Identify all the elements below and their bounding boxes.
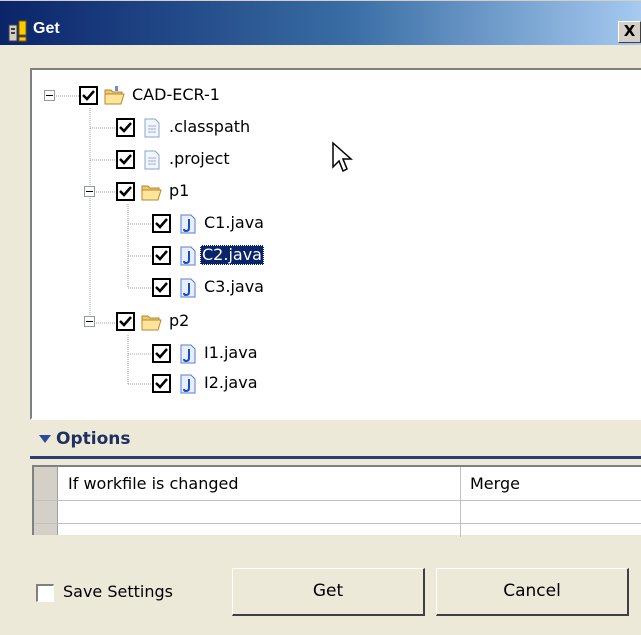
node-checkbox[interactable]: [116, 312, 135, 331]
option-value-cell[interactable]: Merge: [470, 473, 520, 495]
options-divider: [30, 456, 641, 459]
expand-collapse-toggle[interactable]: [84, 316, 95, 327]
open-folder-icon: [104, 86, 125, 105]
grid-line: [460, 467, 461, 537]
tree-node-label[interactable]: CAD-ECR-1: [130, 85, 222, 105]
java-file-icon: [180, 344, 196, 364]
java-file-icon: [180, 374, 196, 394]
expand-collapse-toggle[interactable]: [44, 90, 55, 101]
grid-line: [34, 500, 641, 501]
get-button[interactable]: Get: [232, 568, 425, 616]
dialog-title: Get: [33, 20, 60, 37]
options-section-header[interactable]: Options: [30, 426, 641, 454]
tree-node-label[interactable]: .project: [167, 149, 232, 169]
tree-node-label[interactable]: I1.java: [202, 343, 260, 363]
row-header: [34, 501, 58, 535]
java-file-icon: [180, 278, 196, 298]
node-checkbox[interactable]: [152, 278, 171, 297]
expand-collapse-toggle[interactable]: [84, 186, 95, 197]
option-name-cell[interactable]: If workfile is changed: [68, 473, 239, 495]
node-checkbox[interactable]: [152, 214, 171, 233]
text-file-icon: [144, 118, 160, 138]
tree-node-label[interactable]: C3.java: [202, 277, 266, 297]
mouse-cursor-icon: [332, 141, 353, 173]
node-checkbox[interactable]: [79, 86, 98, 105]
tree-node-label[interactable]: p2: [167, 311, 191, 331]
node-checkbox[interactable]: [116, 150, 135, 169]
tree-node-label[interactable]: I2.java: [202, 373, 260, 393]
open-folder-icon: [141, 315, 162, 331]
tree-node-label-selected[interactable]: C2.java: [200, 245, 264, 265]
node-checkbox[interactable]: [152, 246, 171, 265]
options-table[interactable]: If workfile is changed Merge: [32, 465, 641, 537]
save-settings-checkbox[interactable]: [36, 584, 54, 602]
grid-line: [34, 523, 641, 524]
tree-node-label[interactable]: C1.java: [202, 213, 266, 233]
file-tree[interactable]: CAD-ECR-1 .classpath .project p1 C1.java…: [30, 68, 641, 420]
cancel-button[interactable]: Cancel: [436, 568, 629, 616]
save-settings-label[interactable]: Save Settings: [63, 582, 173, 601]
text-file-icon: [144, 150, 160, 170]
row-header: [34, 467, 58, 500]
title-bar[interactable]: Get X: [0, 0, 641, 45]
java-file-icon: [180, 214, 196, 234]
options-title: Options: [56, 429, 131, 449]
tree-node-label[interactable]: .classpath: [167, 117, 252, 137]
java-file-icon: [180, 246, 196, 266]
tree-node-label[interactable]: p1: [167, 181, 191, 201]
node-checkbox[interactable]: [116, 182, 135, 201]
node-checkbox[interactable]: [152, 344, 171, 363]
get-dialog: Get X CAD-ECR-1 .classpath .project p1 C…: [0, 0, 641, 635]
close-button[interactable]: X: [618, 21, 641, 43]
node-checkbox[interactable]: [116, 118, 135, 137]
app-icon: [8, 20, 27, 42]
node-checkbox[interactable]: [152, 374, 171, 393]
collapse-arrow-icon: [39, 435, 51, 443]
open-folder-icon: [141, 185, 162, 201]
